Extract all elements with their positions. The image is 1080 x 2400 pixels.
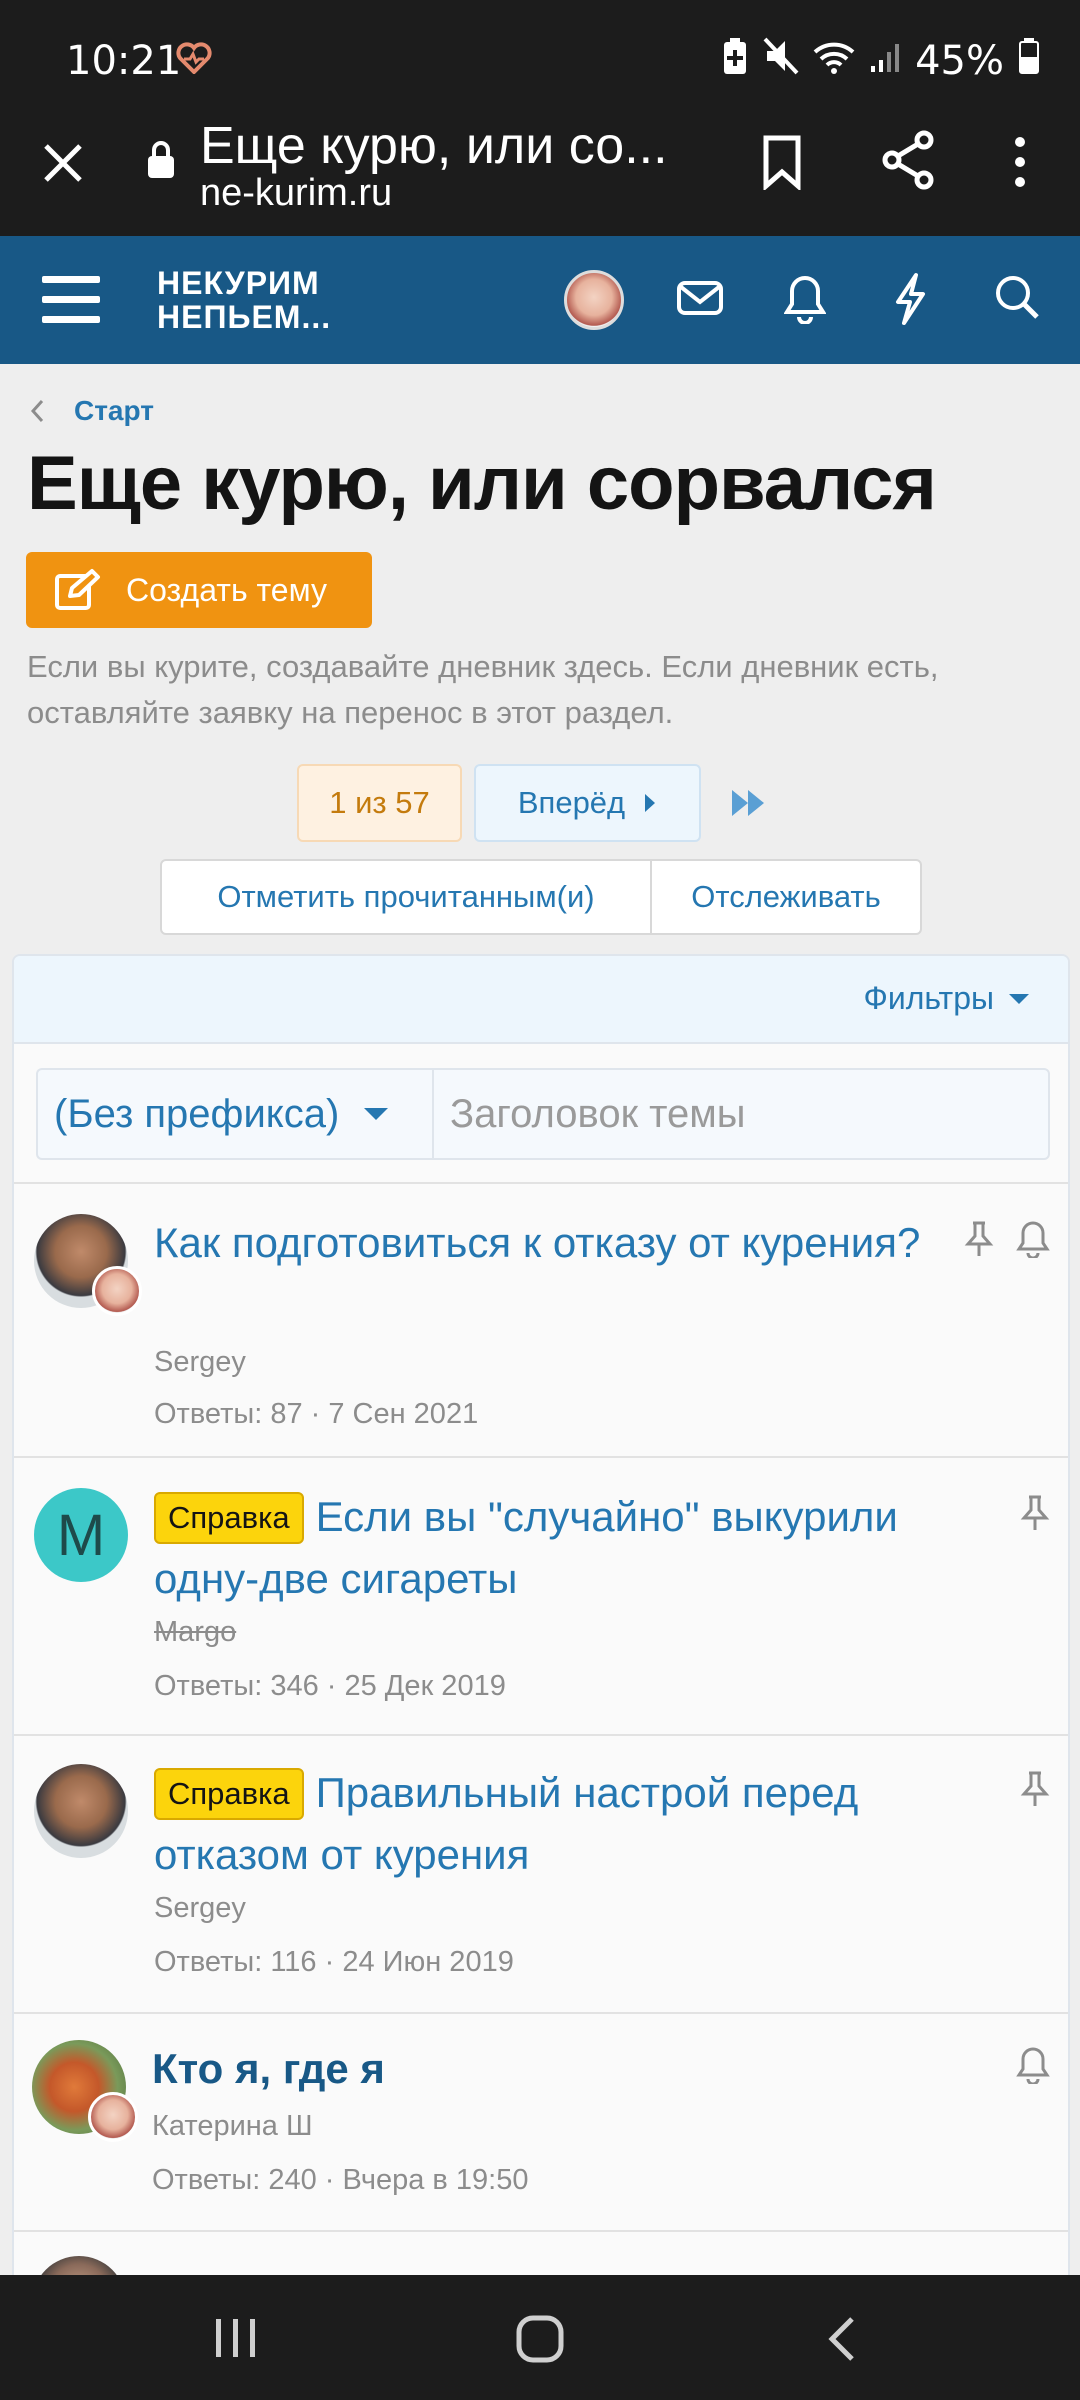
filter-bar: Фильтры xyxy=(14,956,1068,1044)
next-page-label: Вперёд xyxy=(517,785,626,820)
next-page-button[interactable]: Вперёд xyxy=(474,764,701,842)
thread-author[interactable]: Катерина Ш xyxy=(152,2110,313,2143)
create-thread-button[interactable]: Создать тему xyxy=(26,552,372,628)
thread-author[interactable]: Margo xyxy=(154,1616,236,1649)
thread-title[interactable]: Кто я, где я xyxy=(152,2038,972,2100)
forum-description: Если вы курите, создавайте дневник здесь… xyxy=(27,649,939,730)
thread-meta: Ответы: 240 · Вчера в 19:50 xyxy=(152,2164,529,2196)
page-title: Еще курю, или сорвался xyxy=(27,441,937,526)
filters-button[interactable]: Фильтры xyxy=(864,980,1031,1017)
lock-icon xyxy=(146,140,176,185)
quick-filter-row: (Без префикса) Заголовок темы xyxy=(14,1044,1068,1184)
chevron-left-icon xyxy=(30,399,44,423)
pin-icon xyxy=(964,1221,994,1256)
system-nav-bar xyxy=(0,2275,1080,2400)
thread-list-panel: Фильтры (Без префикса) Заголовок темы Ка… xyxy=(12,954,1070,2294)
caret-right-icon xyxy=(645,794,656,812)
recent-apps-icon[interactable] xyxy=(214,2317,258,2364)
thread-title-input[interactable]: Заголовок темы xyxy=(432,1068,1050,1160)
pin-icon xyxy=(1020,1495,1050,1530)
logo-line-1: НЕКУРИМ xyxy=(157,265,320,301)
thread-meta: Ответы: 346 · 25 Дек 2019 xyxy=(154,1670,506,1702)
thread-row[interactable]: Как подготовиться к отказу от курения? S… xyxy=(14,1186,1068,1458)
participant-avatar xyxy=(88,2092,138,2142)
bell-icon[interactable] xyxy=(783,274,827,329)
battery-saver-icon xyxy=(721,36,749,86)
create-thread-label: Создать тему xyxy=(126,571,327,608)
signal-icon xyxy=(869,38,901,84)
browser-url[interactable]: ne-kurim.ru xyxy=(200,172,392,215)
prefix-badge: Справка xyxy=(154,1492,304,1544)
filters-label: Фильтры xyxy=(863,980,995,1016)
edit-icon xyxy=(54,568,102,620)
search-icon[interactable] xyxy=(994,274,1040,325)
thread-row[interactable]: M Справка Если вы "случайно" выкурили одн… xyxy=(14,1460,1068,1736)
bookmark-icon[interactable] xyxy=(760,134,804,195)
hamburger-menu-icon[interactable] xyxy=(42,274,100,331)
lightning-icon[interactable] xyxy=(892,272,928,331)
caret-down-icon xyxy=(364,1108,389,1120)
browser-bar: Еще курю, или со... ne-kurim.ru xyxy=(0,117,1080,236)
share-icon[interactable] xyxy=(880,130,936,195)
watched-bell-icon xyxy=(1016,1221,1050,1258)
battery-percent: 45% xyxy=(915,38,1004,84)
watch-button[interactable]: Отслеживать xyxy=(652,861,920,933)
breadcrumb[interactable]: Старт xyxy=(30,395,154,427)
status-bar: 10:21 45% xyxy=(0,0,1080,120)
author-avatar[interactable] xyxy=(34,1764,128,1858)
logo-line-2: НЕПЬЕМ... xyxy=(157,299,332,335)
prefix-badge: Справка xyxy=(154,1768,304,1820)
thread-author[interactable]: Sergey xyxy=(154,1892,246,1925)
thread-meta: Ответы: 87 · 7 Сен 2021 xyxy=(154,1398,479,1430)
last-page-icon[interactable] xyxy=(730,788,768,823)
back-icon[interactable] xyxy=(826,2315,856,2368)
thread-title[interactable]: Как подготовиться к отказу от курения? xyxy=(154,1212,974,1274)
pin-icon xyxy=(1020,1771,1050,1806)
thread-title[interactable]: Справка Правильный настрой перед отказом … xyxy=(154,1762,974,1886)
user-avatar[interactable] xyxy=(564,270,624,330)
home-icon[interactable] xyxy=(516,2315,564,2368)
battery-icon xyxy=(1018,37,1040,85)
page-indicator[interactable]: 1 из 57 xyxy=(297,764,462,842)
heart-icon xyxy=(176,42,212,79)
prefix-select[interactable]: (Без префикса) xyxy=(36,1068,432,1160)
site-header: НЕКУРИМ НЕПЬЕМ... xyxy=(0,236,1080,364)
status-time: 10:21 xyxy=(66,38,182,84)
site-logo[interactable]: НЕКУРИМ НЕПЬЕМ... xyxy=(157,266,331,334)
thread-title[interactable]: Справка Если вы "случайно" выкурили одну-… xyxy=(154,1486,974,1610)
thread-meta: Ответы: 116 · 24 Июн 2019 xyxy=(154,1946,514,1978)
browser-page-title: Еще курю, или со... xyxy=(200,117,668,175)
thread-row[interactable]: Справка Правильный настрой перед отказом … xyxy=(14,1738,1068,2014)
watched-bell-icon xyxy=(1016,2047,1050,2084)
participant-avatar xyxy=(92,1266,142,1316)
thread-author[interactable]: Sergey xyxy=(154,1346,246,1379)
caret-down-icon xyxy=(1009,993,1029,1004)
thread-row[interactable]: Кто я, где я Катерина Ш Ответы: 240 · Вч… xyxy=(14,2016,1068,2232)
close-icon[interactable] xyxy=(40,140,86,191)
more-menu-icon[interactable] xyxy=(1010,134,1030,195)
mute-icon xyxy=(763,37,799,85)
breadcrumb-start[interactable]: Старт xyxy=(74,395,154,427)
prefix-value: (Без префикса) xyxy=(54,1091,340,1136)
wifi-icon xyxy=(813,38,855,84)
mark-read-button[interactable]: Отметить прочитанным(и) xyxy=(162,861,652,933)
thread-actions: Отметить прочитанным(и) Отслеживать xyxy=(160,859,922,935)
author-avatar[interactable]: M xyxy=(34,1488,128,1582)
mail-icon[interactable] xyxy=(676,278,724,323)
